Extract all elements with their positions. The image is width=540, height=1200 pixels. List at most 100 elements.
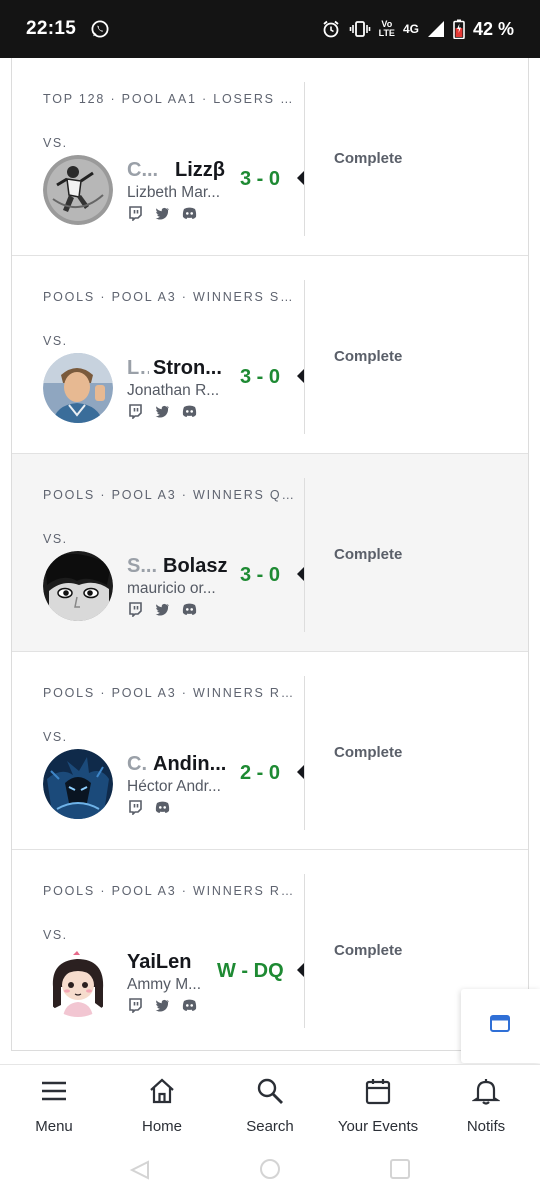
player-prefix: C.	[127, 753, 147, 775]
twitch-icon[interactable]	[128, 404, 143, 420]
set-score: 2 - 0	[240, 762, 281, 784]
status-icons: Vo LTE 4G 42 %	[321, 19, 514, 40]
discord-icon[interactable]	[182, 998, 197, 1013]
vs-label: VS.	[43, 730, 68, 744]
window-icon	[490, 1015, 510, 1032]
set-state: Complete	[334, 348, 403, 365]
divider	[304, 280, 305, 434]
set-card[interactable]: POOLS · POOL A3 · WINNERS RO... VS. YaiL…	[12, 850, 528, 1048]
avatar[interactable]	[43, 749, 113, 819]
nav-search[interactable]: Search	[216, 1065, 324, 1155]
discord-icon[interactable]	[155, 800, 170, 815]
set-card[interactable]: TOP 128 · POOL AA1 · LOSERS R... VS. C..…	[12, 58, 528, 256]
player-realname: Jonathan R...	[127, 382, 220, 399]
divider	[304, 478, 305, 632]
social-links	[128, 800, 170, 816]
sets-list: TOP 128 · POOL AA1 · LOSERS R... VS. C..…	[11, 58, 529, 1051]
divider	[304, 82, 305, 236]
twitter-icon[interactable]	[155, 602, 170, 617]
twitch-icon[interactable]	[128, 602, 143, 618]
nav-your-events[interactable]: Your Events	[324, 1065, 432, 1155]
volte-bottom: LTE	[378, 28, 395, 38]
set-score: W - DQ	[217, 960, 284, 982]
twitter-icon[interactable]	[155, 206, 170, 221]
recents-icon[interactable]	[389, 1158, 411, 1180]
social-links	[128, 404, 197, 420]
set-state: Complete	[334, 150, 403, 167]
player-prefix: C...	[127, 159, 159, 181]
set-card[interactable]: POOLS · POOL A3 · WINNERS SE... VS. L.. …	[12, 256, 528, 454]
player-prefix: L..	[127, 357, 149, 379]
twitter-icon[interactable]	[155, 404, 170, 419]
set-state: Complete	[334, 942, 403, 959]
social-links	[128, 602, 197, 618]
player-realname: Ammy M...	[127, 976, 202, 993]
back-icon[interactable]	[128, 1158, 150, 1180]
twitch-icon[interactable]	[128, 800, 143, 816]
player-gamertag[interactable]: Bolasz	[163, 555, 237, 578]
twitter-icon[interactable]	[155, 998, 170, 1013]
player-gamertag[interactable]: Stron...	[153, 357, 235, 380]
set-phase: POOLS · POOL A3 · WINNERS QU...	[43, 488, 298, 502]
status-time: 22:15	[26, 18, 77, 39]
battery-icon	[453, 19, 465, 39]
set-score: 3 - 0	[240, 168, 281, 190]
set-phase: POOLS · POOL A3 · WINNERS RO...	[43, 884, 298, 898]
avatar[interactable]	[43, 947, 113, 1017]
nav-label: Your Events	[337, 1118, 419, 1135]
bottom-nav: Menu Home Search Your Events Notifs	[0, 1064, 540, 1155]
set-card[interactable]: POOLS · POOL A3 · WINNERS QU... VS. S...…	[12, 454, 528, 652]
social-links	[128, 998, 197, 1014]
divider	[304, 676, 305, 830]
menu-icon	[42, 1081, 66, 1101]
set-score: 3 - 0	[240, 366, 281, 388]
bell-icon	[472, 1079, 500, 1105]
twitch-icon[interactable]	[128, 206, 143, 222]
set-phase: POOLS · POOL A3 · WINNERS RO...	[43, 686, 298, 700]
set-state: Complete	[334, 546, 403, 563]
discord-icon[interactable]	[182, 206, 197, 221]
discord-icon[interactable]	[182, 404, 197, 419]
nav-notifs[interactable]: Notifs	[432, 1065, 540, 1155]
set-score: 3 - 0	[240, 564, 281, 586]
player-realname: Lizbeth Mar...	[127, 184, 221, 201]
whatsapp-icon	[91, 20, 109, 38]
vs-label: VS.	[43, 928, 68, 942]
volte-indicator: Vo LTE	[379, 20, 395, 38]
player-gamertag[interactable]: YaiLen	[127, 951, 207, 974]
signal-icon	[427, 21, 444, 37]
floating-calendar-button[interactable]	[461, 989, 540, 1063]
avatar[interactable]	[43, 155, 113, 225]
nav-menu[interactable]: Menu	[0, 1065, 108, 1155]
set-card[interactable]: POOLS · POOL A3 · WINNERS RO... VS. C. A…	[12, 652, 528, 850]
divider	[304, 874, 305, 1028]
vs-label: VS.	[43, 136, 68, 150]
set-phase: POOLS · POOL A3 · WINNERS SE...	[43, 290, 298, 304]
set-state: Complete	[334, 744, 403, 761]
vibrate-icon	[349, 21, 370, 37]
discord-icon[interactable]	[182, 602, 197, 617]
player-realname: Héctor Andr...	[127, 778, 221, 795]
set-phase: TOP 128 · POOL AA1 · LOSERS R...	[43, 92, 298, 106]
home-button-icon[interactable]	[259, 1158, 281, 1180]
alarm-icon	[323, 20, 339, 38]
nav-label: Search	[246, 1118, 294, 1135]
vs-label: VS.	[43, 532, 68, 546]
battery-percent: 42 %	[472, 18, 514, 39]
system-nav-bar	[0, 1154, 540, 1200]
player-gamertag[interactable]: Lizzβ	[175, 159, 235, 182]
twitch-icon[interactable]	[128, 998, 143, 1014]
nav-label: Home	[141, 1118, 182, 1135]
player-realname: mauricio or...	[127, 580, 216, 597]
calendar-icon	[365, 1079, 391, 1105]
nav-label: Notifs	[466, 1118, 506, 1135]
vs-label: VS.	[43, 334, 68, 348]
nav-label: Menu	[35, 1118, 73, 1135]
social-links	[128, 206, 197, 222]
avatar[interactable]	[43, 551, 113, 621]
nav-home[interactable]: Home	[108, 1065, 216, 1155]
status-bar: 22:15 Vo LTE 4G 42 %	[0, 0, 540, 58]
avatar[interactable]	[43, 353, 113, 423]
player-gamertag[interactable]: Andin...	[153, 753, 227, 776]
network-type: 4G	[402, 22, 419, 36]
